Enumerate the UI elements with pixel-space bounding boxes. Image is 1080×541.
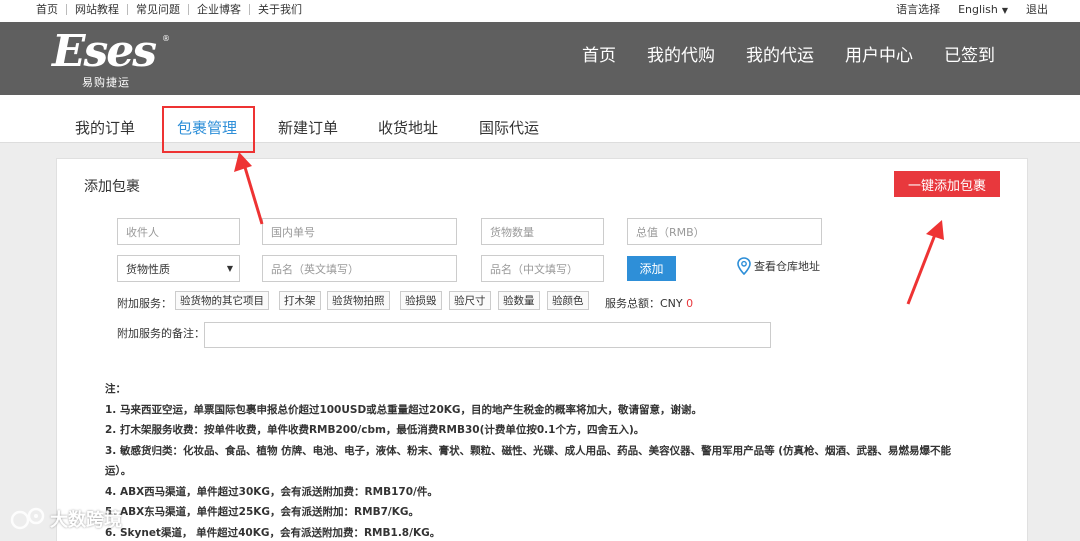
- warehouse-address-label: 查看仓库地址: [754, 260, 820, 273]
- name-en-input[interactable]: 品名（英文填写）: [262, 255, 457, 282]
- total-value-placeholder: 总值（RMB）: [636, 225, 705, 239]
- service-damage-check[interactable]: 验损毁: [400, 291, 442, 310]
- registered-icon: ®: [162, 34, 170, 43]
- recipient-input[interactable]: 收件人: [117, 218, 240, 245]
- watermark-logo-icon: [10, 507, 45, 530]
- service-size-check[interactable]: 验尺寸: [449, 291, 491, 310]
- warehouse-address-link[interactable]: 查看仓库地址: [737, 257, 820, 275]
- service-other-items[interactable]: 验货物的其它项目: [175, 291, 269, 310]
- notes-heading: 注：: [105, 383, 126, 395]
- recipient-placeholder: 收件人: [126, 225, 159, 239]
- nav-home[interactable]: 首页: [582, 41, 616, 66]
- tab-shipping-address[interactable]: 收货地址: [378, 117, 438, 138]
- note-line: 1. 马来西亚空运，单票国际包裹申报总价超过100USD或总重量超过20KG，目…: [105, 403, 703, 416]
- panel-title: 添加包裹: [84, 179, 140, 195]
- name-cn-placeholder: 品名（中文填写）: [490, 262, 578, 276]
- main-nav: 首页 我的代购 我的代运 用户中心 已签到: [551, 22, 995, 85]
- nav-signed-in[interactable]: 已签到: [944, 41, 995, 66]
- watermark: 大数跨境: [10, 506, 122, 532]
- name-en-placeholder: 品名（英文填写）: [271, 262, 359, 276]
- nav-my-shipping[interactable]: 我的代运: [746, 41, 814, 66]
- quantity-input[interactable]: 货物数量: [481, 218, 604, 245]
- note-line: 5. ABX东马渠道，单件超过25KG，会有派送附加：RMB7/KG。: [105, 506, 419, 518]
- service-photo[interactable]: 验货物拍照: [327, 291, 390, 310]
- logout-link[interactable]: 退出: [1026, 1, 1048, 17]
- services-total-label: 服务总额：CNY: [605, 297, 683, 310]
- note-line: 4. ABX西马渠道，单件超过30KG，会有派送附加费：RMB170/件。: [105, 485, 438, 498]
- tab-international-shipping[interactable]: 国际代运: [479, 117, 539, 138]
- language-select[interactable]: English ▼: [958, 3, 1008, 16]
- one-key-add-package-button[interactable]: 一键添加包裹: [894, 171, 1000, 197]
- nav-my-purchase[interactable]: 我的代购: [647, 41, 715, 66]
- add-package-panel: 添加包裹 一键添加包裹 收件人 国内单号 货物数量 总值（RMB） 货物性质 ▼ …: [56, 158, 1028, 541]
- add-button[interactable]: 添加: [627, 256, 676, 281]
- tab-new-order[interactable]: 新建订单: [278, 117, 338, 138]
- annotation-arrow-right: [906, 220, 944, 305]
- top-links: 首页 网站教程 常见问题 企业博客 关于我们: [30, 0, 310, 18]
- note-line: 运）。: [105, 465, 132, 477]
- remark-label: 附加服务的备注：: [117, 327, 205, 340]
- service-quantity-check[interactable]: 验数量: [498, 291, 540, 310]
- goods-type-select[interactable]: 货物性质 ▼: [117, 255, 240, 282]
- note-line: 3. 敏感货归类：化妆品、食品、植物 仿牌、电池、电子，液体、粉末、膏状、颗粒、…: [105, 444, 952, 457]
- top-link-blog[interactable]: 企业博客: [188, 3, 249, 15]
- logo-subtitle: 易购捷运: [82, 76, 130, 89]
- watermark-text: 大数跨境: [50, 510, 122, 531]
- quantity-placeholder: 货物数量: [490, 225, 534, 239]
- tab-my-orders[interactable]: 我的订单: [75, 117, 135, 138]
- note-line: 2. 打木架服务收费：按单件收费，单件收费RMB200/cbm，最低消费RMB3…: [105, 424, 645, 436]
- top-link-faq[interactable]: 常见问题: [127, 3, 188, 15]
- caret-down-icon: ▼: [226, 264, 233, 273]
- services-label: 附加服务：: [117, 297, 172, 310]
- name-cn-input[interactable]: 品名（中文填写）: [481, 255, 604, 282]
- highlight-box: [162, 106, 255, 153]
- service-wooden-frame[interactable]: 打木架: [279, 291, 321, 310]
- remark-input[interactable]: [204, 322, 771, 348]
- goods-type-value: 货物性质: [126, 262, 170, 276]
- total-value-input[interactable]: 总值（RMB）: [627, 218, 822, 245]
- top-link-about[interactable]: 关于我们: [249, 3, 310, 15]
- top-right-links: 语言选择 English ▼ 退出: [878, 0, 1048, 18]
- language-value: English: [958, 2, 998, 16]
- domestic-number-input[interactable]: 国内单号: [262, 218, 457, 245]
- logo-mark: Eses: [52, 26, 157, 77]
- top-link-tutorial[interactable]: 网站教程: [66, 3, 127, 15]
- services-total: 服务总额：CNY 0: [605, 295, 693, 311]
- language-label: 语言选择: [896, 3, 941, 16]
- caret-down-icon: ▼: [1001, 5, 1008, 15]
- service-color-check[interactable]: 验颜色: [547, 291, 589, 310]
- annotation-arrow-left: [234, 152, 264, 225]
- top-utility-bar: 首页 网站教程 常见问题 企业博客 关于我们 语言选择 English ▼ 退出: [0, 0, 1080, 22]
- site-header: Eses ® 易购捷运 首页 我的代购 我的代运 用户中心 已签到: [0, 22, 1080, 95]
- top-link-home[interactable]: 首页: [30, 4, 66, 15]
- location-pin-icon: [737, 257, 751, 275]
- domestic-number-placeholder: 国内单号: [271, 225, 315, 239]
- logo[interactable]: Eses ® 易购捷运: [52, 30, 172, 90]
- nav-user-center[interactable]: 用户中心: [845, 41, 913, 66]
- services-total-value: 0: [686, 297, 694, 310]
- note-line: 6. Skynet渠道， 单件超过40KG，会有派送附加费：RMB1.8/KG。: [105, 526, 441, 539]
- notes-section: 注： 1. 马来西亚空运，单票国际包裹申报总价超过100USD或总重量超过20K…: [105, 379, 985, 541]
